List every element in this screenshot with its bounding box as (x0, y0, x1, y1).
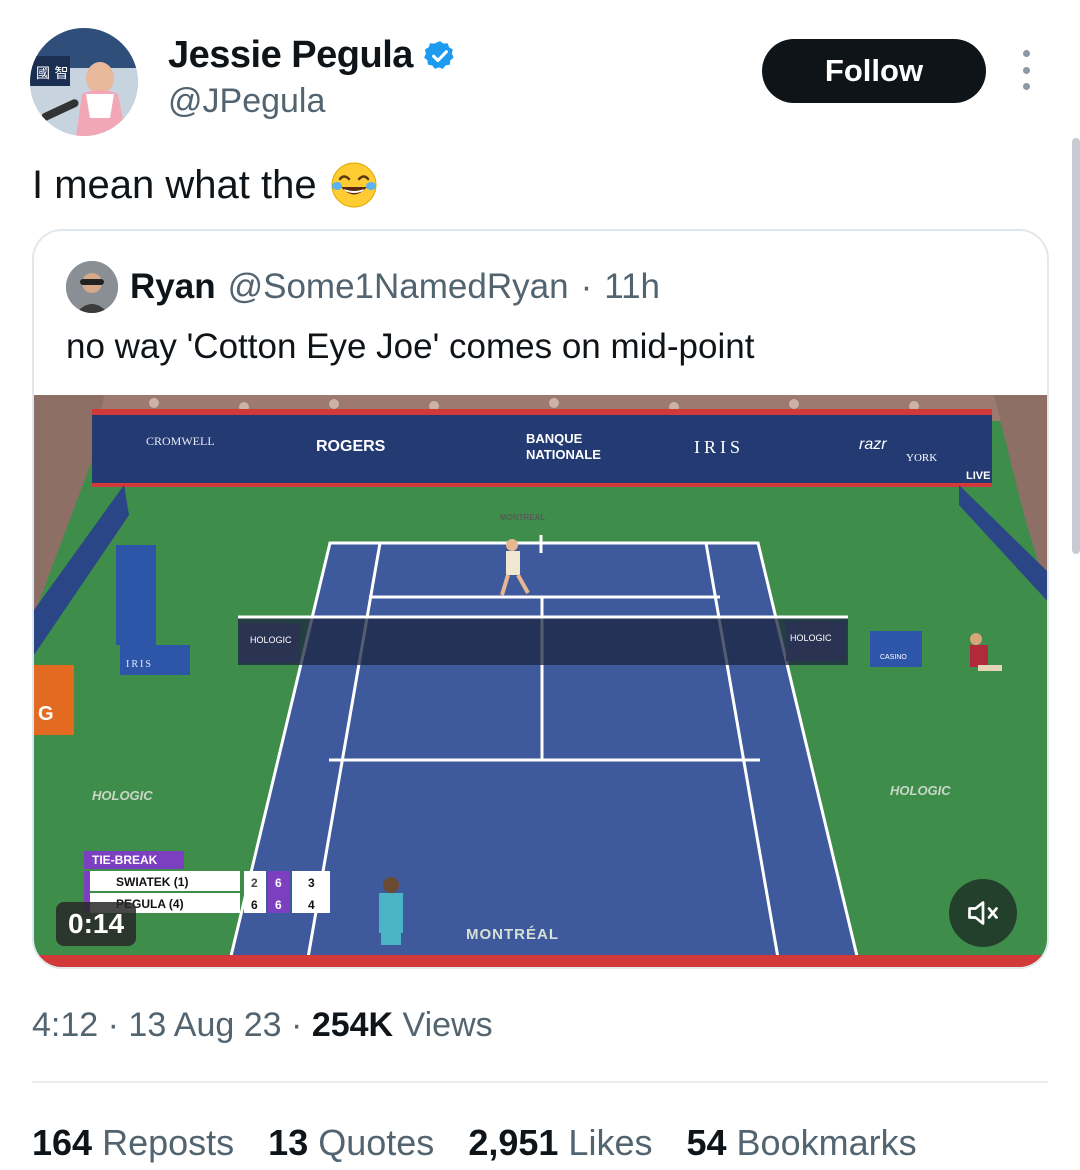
bookmarks-label: Bookmarks (736, 1122, 917, 1163)
quote-author-avatar[interactable] (66, 261, 118, 313)
scrollbar[interactable] (1072, 138, 1080, 554)
sponsor-razr: razr (859, 436, 887, 453)
tweet-time[interactable]: 4:12 (32, 1006, 98, 1044)
chair-sponsor: IRIS (126, 659, 153, 670)
score-p1-set1: 2 (251, 876, 258, 890)
sponsor-banque: BANQUE (526, 431, 583, 446)
sponsor-iris: IRIS (694, 437, 744, 457)
score-p2-game: 4 (308, 898, 315, 912)
reposts-label: Reposts (102, 1122, 235, 1163)
court-text-far: MONTREAL (500, 513, 545, 522)
views-label: Views (402, 1006, 493, 1044)
tweet-text: I mean what the (32, 160, 379, 210)
court-sponsor-left: HOLOGIC (92, 788, 153, 803)
quote-header: Ryan @Some1NamedRyan · 11h (66, 261, 660, 313)
tweet-text-content: I mean what the (32, 162, 317, 207)
score-p2-set2: 6 (275, 898, 282, 912)
likes-label: Likes (568, 1122, 653, 1163)
quotes-count: 13 (268, 1122, 309, 1163)
quote-author-handle[interactable]: @Some1NamedRyan (228, 267, 569, 307)
stat-bookmarks[interactable]: 54 Bookmarks (686, 1122, 916, 1164)
score-p2-set1: 6 (251, 898, 258, 912)
speaker-muted-icon (968, 901, 998, 925)
quote-text: no way 'Cotton Eye Joe' comes on mid-poi… (66, 327, 755, 366)
tweet-date[interactable]: 13 Aug 23 (128, 1006, 281, 1044)
scoreboard-label: TIE-BREAK (92, 853, 158, 867)
face-with-tears-of-joy-icon (331, 162, 377, 208)
bookmarks-count: 54 (686, 1122, 727, 1163)
sponsor-cromwell: CROMWELL (146, 434, 215, 448)
net-sponsor-left: HOLOGIC (250, 635, 292, 645)
stat-reposts[interactable]: 164 Reposts (32, 1122, 234, 1164)
stat-likes[interactable]: 2,951 Likes (468, 1122, 652, 1164)
meta-separator: · (291, 1006, 303, 1044)
court-text-montreal: MONTRÉAL (466, 926, 559, 943)
gatorade-cooler-icon: G (38, 703, 54, 725)
engagement-stats: 164 Reposts 13 Quotes 2,951 Likes 54 Boo… (32, 1122, 917, 1164)
quoted-tweet[interactable]: Ryan @Some1NamedRyan · 11h no way 'Cotto… (32, 229, 1049, 969)
divider (32, 1081, 1048, 1083)
video-player[interactable]: CROMWELL ROGERS BANQUE NATIONALE IRIS ra… (34, 395, 1047, 967)
sponsor-york: YORK (906, 452, 937, 464)
net-sponsor-right: HOLOGIC (790, 633, 832, 643)
avatar-scoreboard-text: 國 智 (36, 66, 68, 82)
quote-time[interactable]: 11h (604, 267, 660, 307)
sponsor-live: LIVE (966, 470, 990, 482)
score-player-1-name: SWIATEK (1) (116, 875, 188, 889)
court-sponsor-right: HOLOGIC (890, 783, 951, 798)
follow-button[interactable]: Follow (762, 39, 986, 103)
score-p1-game: 3 (308, 876, 315, 890)
views-count: 254K (311, 1006, 394, 1044)
mute-button[interactable] (949, 879, 1017, 947)
quote-author-name[interactable]: Ryan (130, 267, 216, 307)
quotes-label: Quotes (318, 1122, 435, 1163)
author-handle[interactable]: @JPegula (168, 82, 325, 121)
author-avatar[interactable]: 國 智 (30, 28, 138, 136)
verified-badge-icon (424, 40, 454, 69)
sponsor-nationale: NATIONALE (526, 447, 601, 462)
author-name-row: Jessie Pegula (168, 34, 457, 77)
score-p1-set2: 6 (275, 876, 282, 890)
court-sign-casino: CASINO (880, 654, 907, 661)
more-options-icon[interactable] (1016, 50, 1036, 90)
author-display-name[interactable]: Jessie Pegula (168, 34, 413, 77)
tweet-timestamp: 4:12 · 13 Aug 23 · 254K Views (32, 1006, 493, 1045)
likes-count: 2,951 (468, 1122, 559, 1163)
sponsor-rogers: ROGERS (316, 438, 386, 455)
video-frame: CROMWELL ROGERS BANQUE NATIONALE IRIS ra… (34, 395, 1047, 967)
reposts-count: 164 (32, 1122, 93, 1163)
video-duration-badge: 0:14 (56, 902, 137, 946)
meta-separator: · (107, 1006, 119, 1044)
quote-separator: · (580, 267, 593, 306)
stat-quotes[interactable]: 13 Quotes (268, 1122, 434, 1164)
